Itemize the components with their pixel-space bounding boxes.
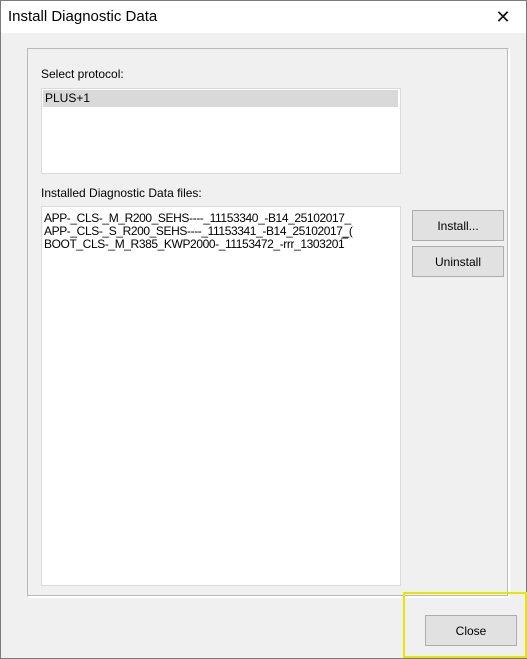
protocol-item-plus1[interactable]: PLUS+1 <box>43 90 398 107</box>
list-item[interactable]: APP-_CLS-_M_R200_SEHS----_11153340_-B14_… <box>44 211 351 225</box>
installed-files-label: Installed Diagnostic Data files: <box>41 186 202 200</box>
select-protocol-label: Select protocol: <box>41 67 124 81</box>
title-bar: Install Diagnostic Data ✕ <box>1 1 526 33</box>
dialog-title: Install Diagnostic Data <box>8 8 158 25</box>
close-button-label: Close <box>455 623 487 638</box>
uninstall-button-label: Uninstall <box>434 254 482 269</box>
uninstall-button[interactable]: Uninstall <box>412 246 504 277</box>
install-diagnostic-data-dialog: Install Diagnostic Data ✕ Select protoco… <box>0 0 527 659</box>
list-item[interactable]: BOOT_CLS-_M_R385_KWP2000-_11153472_-rrr_… <box>44 237 345 251</box>
install-button[interactable]: Install... <box>412 210 504 241</box>
protocol-list[interactable]: PLUS+1 <box>41 88 401 174</box>
close-icon[interactable]: ✕ <box>480 1 526 33</box>
close-button[interactable]: Close <box>425 615 517 646</box>
installed-files-list[interactable]: APP-_CLS-_M_R200_SEHS----_11153340_-B14_… <box>41 206 401 586</box>
list-item[interactable]: APP-_CLS-_S_R200_SEHS----_11153341_-B14_… <box>44 224 353 238</box>
install-button-label: Install... <box>437 218 479 233</box>
